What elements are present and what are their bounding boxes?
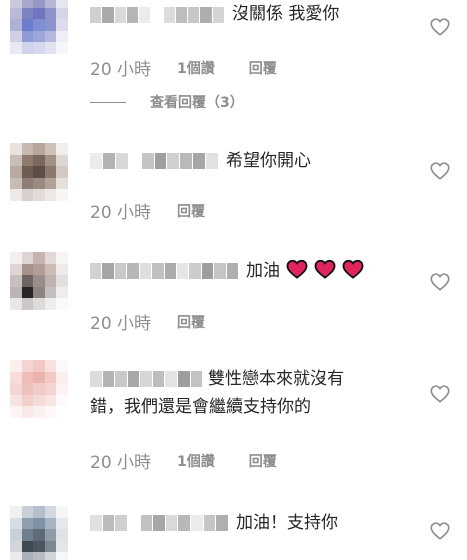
red-heart-emoji-icon — [314, 259, 336, 279]
comment-text: 沒關係 我愛你 — [232, 4, 340, 24]
comment-text-body: 加油 — [246, 261, 280, 281]
username-blurred[interactable] — [90, 371, 203, 387]
like-heart-icon[interactable] — [429, 271, 451, 293]
username-blurred[interactable] — [90, 515, 229, 531]
comment-text: 加油！支持你 — [236, 513, 338, 533]
avatar[interactable] — [10, 143, 68, 201]
comment-meta: 20 小時 1個讚 回覆 — [90, 55, 277, 80]
comment-meta: 20 小時 1個讚 回覆 — [90, 448, 277, 473]
view-replies-button[interactable]: 查看回覆（3） — [90, 92, 244, 112]
comment-text: 希望你開心 — [226, 151, 311, 171]
like-count[interactable]: 1個讚 — [177, 58, 215, 78]
comment-item: 沒關係 我愛你 20 小時 1個讚 回覆 查看回覆（3） — [0, 0, 467, 130]
username-blurred[interactable] — [90, 7, 224, 23]
avatar[interactable] — [10, 0, 68, 54]
divider-line — [90, 101, 126, 103]
comment-text: 加油 — [246, 258, 370, 285]
reply-button[interactable]: 回覆 — [177, 312, 205, 332]
comment-time[interactable]: 20 小時 — [90, 198, 151, 223]
comment-text-line-2: 錯，我們還是會繼續支持你的 — [90, 397, 311, 417]
comment-text-line-1: 雙性戀本來就沒有 — [208, 369, 344, 389]
reply-button[interactable]: 回覆 — [177, 201, 205, 221]
comment-meta: 20 小時 回覆 — [90, 309, 205, 334]
like-count[interactable]: 1個讚 — [177, 451, 215, 471]
view-replies-label: 查看回覆（3） — [150, 95, 244, 111]
avatar[interactable] — [10, 360, 68, 418]
avatar[interactable] — [10, 252, 68, 310]
red-heart-emoji-icon — [342, 259, 364, 279]
reply-button[interactable]: 回覆 — [249, 451, 277, 471]
like-heart-icon[interactable] — [429, 520, 451, 542]
like-heart-icon[interactable] — [429, 16, 451, 38]
reply-button[interactable]: 回覆 — [249, 58, 277, 78]
comment-time[interactable]: 20 小時 — [90, 448, 151, 473]
avatar[interactable] — [10, 506, 68, 560]
username-blurred[interactable] — [90, 263, 239, 279]
comment-meta: 20 小時 回覆 — [90, 198, 205, 223]
like-heart-icon[interactable] — [429, 160, 451, 182]
like-heart-icon[interactable] — [429, 383, 451, 405]
username-blurred[interactable] — [90, 153, 219, 169]
comment-time[interactable]: 20 小時 — [90, 309, 151, 334]
comment-time[interactable]: 20 小時 — [90, 55, 151, 80]
red-heart-emoji-icon — [286, 259, 308, 279]
